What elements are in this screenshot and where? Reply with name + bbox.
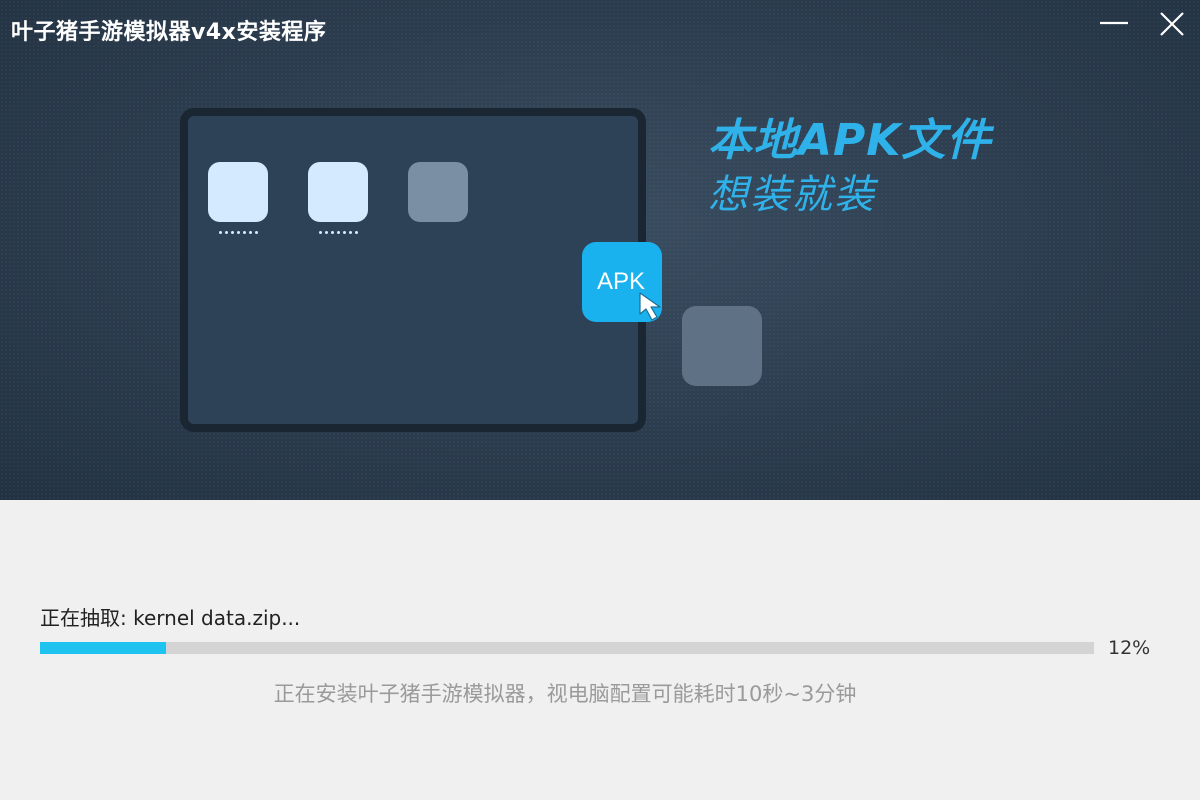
tablet-illustration bbox=[180, 108, 646, 432]
installer-window: 叶子猪手游模拟器v4x安装程序 APK 本地APK文件 想装就装 正在抽取: k… bbox=[0, 0, 1200, 800]
install-note: 正在安装叶子猪手游模拟器，视电脑配置可能耗时10秒~3分钟 bbox=[273, 682, 857, 706]
extract-status: 正在抽取: kernel data.zip... bbox=[40, 606, 301, 630]
banner: 叶子猪手游模拟器v4x安装程序 APK 本地APK文件 想装就装 bbox=[0, 0, 1200, 500]
minimize-button[interactable] bbox=[1094, 8, 1134, 44]
app-caption-dots bbox=[208, 231, 268, 235]
promo-headline: 本地APK文件 bbox=[708, 115, 992, 166]
close-icon bbox=[1160, 12, 1184, 36]
cursor-icon bbox=[639, 292, 661, 321]
close-button[interactable] bbox=[1152, 8, 1192, 44]
progress-fill bbox=[40, 642, 167, 654]
ghost-app-icon bbox=[682, 306, 762, 386]
promo-subline: 想装就装 bbox=[708, 172, 876, 218]
app-caption-dots bbox=[308, 231, 368, 235]
app-icon bbox=[408, 162, 468, 222]
window-title: 叶子猪手游模拟器v4x安装程序 bbox=[11, 20, 327, 45]
app-icon bbox=[208, 162, 268, 222]
progress-bar bbox=[40, 642, 1094, 654]
minimize-icon bbox=[1100, 21, 1128, 25]
app-icon bbox=[308, 162, 368, 222]
progress-percent: 12% bbox=[1108, 637, 1151, 659]
